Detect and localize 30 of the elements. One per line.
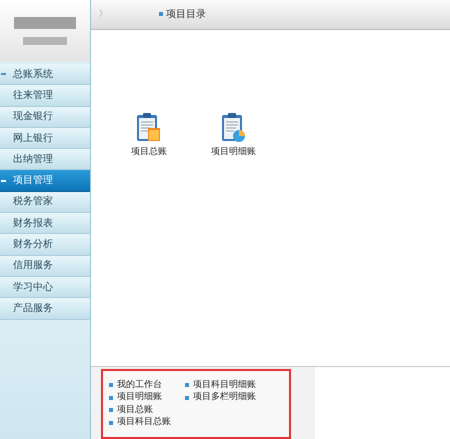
bullet-icon <box>109 396 113 400</box>
page-title: 项目目录 <box>166 8 206 22</box>
quick-link[interactable]: 项目科目总账 <box>117 416 171 430</box>
sidebar-item[interactable]: 总账系统 <box>0 64 90 86</box>
bullet-icon <box>185 383 189 388</box>
sidebar-item[interactable]: 产品服务 <box>0 298 90 320</box>
sidebar-item[interactable]: 财务分析 <box>0 234 90 256</box>
quick-link[interactable]: 项目多栏明细账 <box>193 391 256 404</box>
sidebar-item[interactable]: 财务报表 <box>0 213 90 234</box>
quick-link[interactable]: 项目总账 <box>117 404 153 417</box>
sidebar-item[interactable]: 出纳管理 <box>0 149 90 170</box>
sidebar-item[interactable]: 网上银行 <box>0 128 90 150</box>
sidebar-item[interactable]: 往来管理 <box>0 85 90 107</box>
quick-link[interactable]: 我的工作台 <box>117 378 162 392</box>
minus-icon <box>1 73 6 76</box>
quick-link[interactable]: 项目明细账 <box>117 391 162 404</box>
sidebar-item[interactable]: 信用服务 <box>0 256 90 277</box>
bullet-icon <box>109 408 113 412</box>
minus-icon <box>1 180 6 182</box>
bullet-icon <box>109 420 113 425</box>
bullet-icon <box>185 396 189 400</box>
sidebar-item[interactable]: 现金银行 <box>0 106 90 128</box>
quick-link[interactable]: 项目科目明细账 <box>193 378 256 392</box>
sidebar-item[interactable]: 项目管理 <box>0 170 90 192</box>
sidebar-item[interactable]: 学习中心 <box>0 276 90 298</box>
sidebar-item[interactable]: 税务管家 <box>0 192 90 214</box>
shortcut-label[interactable]: 项目总账 <box>131 146 167 160</box>
bullet-icon <box>109 383 113 388</box>
bullet-icon <box>159 12 163 16</box>
shortcut-label[interactable]: 项目明细账 <box>211 146 256 160</box>
